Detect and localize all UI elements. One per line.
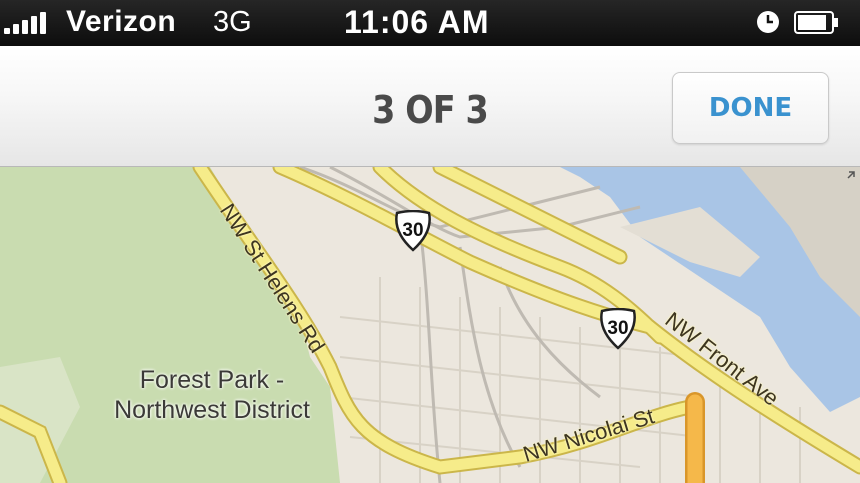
map-area-label: Forest Park - Northwest District [114,366,310,424]
done-button[interactable]: DONE [672,72,829,144]
route-number: 30 [607,318,629,339]
map-view[interactable]: Forest Park - Northwest District NW St H… [0,167,860,483]
us-route-shield: 30 [598,308,638,350]
signal-icon [4,12,46,34]
us-route-shield: 30 [393,210,433,252]
battery-icon [794,11,838,34]
carrier-name: Verizon [66,5,177,38]
status-time: 11:06 AM [344,4,490,40]
navigation-bar: 3 OF 3 DONE [0,46,860,167]
expand-icon[interactable] [838,170,856,188]
network-type: 3G [213,6,252,38]
route-number: 30 [402,220,424,241]
status-bar: Verizon 3G 11:06 AM [0,0,860,46]
alarm-clock-icon [757,11,779,33]
